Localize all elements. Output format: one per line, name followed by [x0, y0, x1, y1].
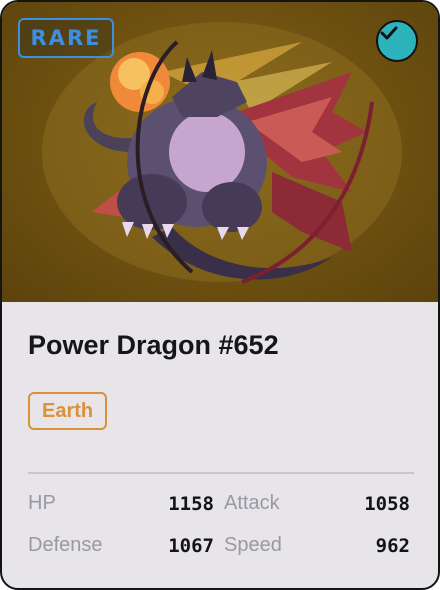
- stat-label-attack: Attack: [224, 492, 280, 514]
- stat-label-speed: Speed: [224, 534, 282, 556]
- stat-label-hp: HP: [28, 492, 56, 514]
- stat-value-defense: 1067: [168, 535, 214, 557]
- dragon-artwork: RARE: [2, 2, 438, 302]
- check-icon: [380, 26, 398, 40]
- verified-button[interactable]: [376, 20, 418, 62]
- card-title: Power Dragon #652: [28, 330, 279, 360]
- rarity-badge: RARE: [18, 18, 114, 58]
- type-badge: Earth: [28, 392, 108, 430]
- nft-card[interactable]: RARE Power Dragon #652 Earth HP 1158 Att…: [0, 0, 440, 590]
- stat-label-defense: Defense: [28, 534, 103, 556]
- divider: [28, 472, 414, 474]
- stat-value-speed: 962: [375, 535, 410, 557]
- stat-value-hp: 1158: [168, 493, 214, 515]
- card-info: Power Dragon #652 Earth HP 1158 Attack 1…: [2, 302, 438, 588]
- stat-value-attack: 1058: [364, 493, 410, 515]
